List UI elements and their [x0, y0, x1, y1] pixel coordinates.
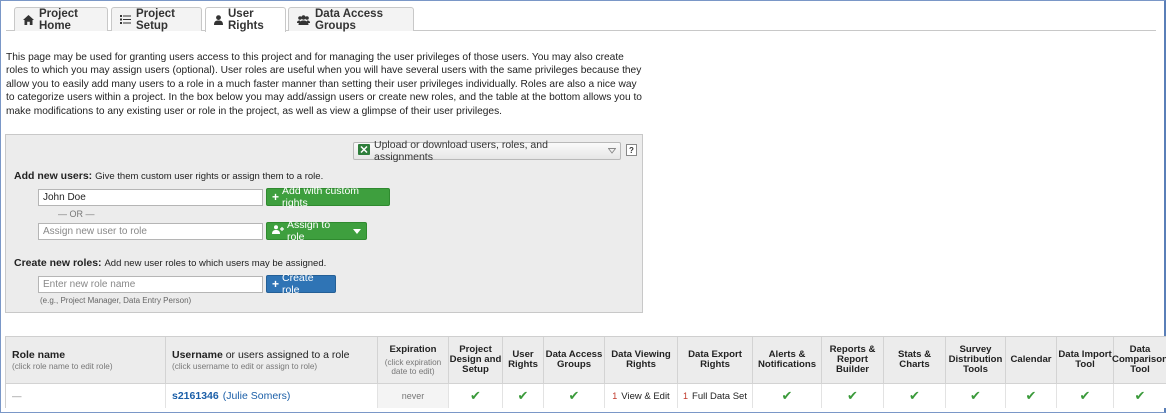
col-header: Reports & Report Builder: [822, 337, 884, 383]
tab-label: Project Setup: [136, 7, 175, 32]
col-header: Data Import Tool: [1057, 337, 1114, 383]
add-users-panel: Upload or download users, roles, and ass…: [5, 134, 643, 313]
user-icon: [214, 15, 223, 25]
col-header: Survey Distribution Tools: [946, 337, 1006, 383]
reports-cell: ✔: [822, 384, 884, 408]
tab-bar: Project Home Project Setup User Rights D…: [0, 0, 1160, 32]
import-cell: ✔: [1057, 384, 1114, 408]
expiration-header-hint: (click expiration date to edit): [384, 357, 442, 376]
col-header: Data Access Groups: [544, 337, 605, 383]
col-header: Data Export Rights: [678, 337, 753, 383]
checkmark-icon: ✔: [517, 388, 529, 403]
username-header-label: Username: [172, 349, 223, 361]
viewing-value: View & Edit: [621, 390, 670, 402]
checkmark-icon: ✔: [568, 388, 580, 403]
tab-label: User Rights: [228, 8, 264, 32]
username-header: Username or users assigned to a role (cl…: [166, 337, 378, 383]
checkmark-icon: ✔: [1079, 388, 1091, 403]
survey-cell: ✔: [946, 384, 1006, 408]
user-fullname-link[interactable]: (Julie Somers): [223, 390, 291, 402]
upload-download-button[interactable]: Upload or download users, roles, and ass…: [353, 139, 621, 163]
checkmark-icon: ✔: [1025, 388, 1037, 403]
tab-project-home[interactable]: Project Home: [14, 7, 108, 32]
chevron-down-icon: [607, 145, 617, 157]
checkmark-icon: ✔: [470, 388, 481, 403]
list-icon: [120, 15, 131, 24]
username-header-text: Username or users assigned to a role: [172, 349, 349, 362]
role-name-header: Role name (click role name to edit role): [6, 337, 166, 383]
excel-icon: [358, 144, 370, 158]
user-rights-table: Role name (click role name to edit role)…: [5, 336, 1166, 408]
tab-project-setup[interactable]: Project Setup: [111, 7, 202, 32]
col-header: Stats & Charts: [884, 337, 946, 383]
data-export-cell: 1 Full Data Set: [678, 384, 753, 408]
table-row: — s2161346 (Julie Somers) never ✔ ✔ ✔ 1 …: [6, 383, 1166, 408]
assign-button-label: Assign to role: [287, 219, 331, 243]
assign-to-role-button[interactable]: Assign to role: [266, 219, 367, 243]
tab-label: Data Access Groups: [315, 7, 383, 32]
tab-data-access-groups[interactable]: Data Access Groups: [288, 7, 414, 32]
project-design-cell: ✔: [449, 384, 503, 408]
username-input[interactable]: John Doe: [38, 189, 263, 206]
viewing-count: 1: [612, 391, 618, 401]
table-header-row: Role name (click role name to edit role)…: [6, 337, 1166, 383]
create-roles-title: Create new roles:: [14, 257, 102, 269]
caret-down-icon: [353, 225, 361, 237]
role-header-label: Role name: [12, 349, 66, 361]
checkmark-icon: ✔: [781, 388, 793, 403]
intro-paragraph: This page may be used for granting users…: [6, 52, 642, 117]
expiration-header-label: Expiration: [389, 343, 437, 355]
create-role-label: Create role: [282, 272, 314, 296]
home-icon: [23, 14, 34, 25]
col-header: Data Viewing Rights: [605, 337, 678, 383]
col-header: Data Comparison Tool: [1112, 337, 1166, 383]
expiration-cell[interactable]: never: [378, 384, 449, 408]
col-header: User Rights: [503, 337, 544, 383]
expiration-header: Expiration (click expiration date to edi…: [378, 337, 449, 383]
add-with-custom-rights-button[interactable]: + Add with custom rights: [266, 185, 390, 209]
export-count: 1: [683, 391, 689, 401]
checkmark-icon: ✔: [909, 388, 920, 403]
tab-user-rights[interactable]: User Rights: [205, 7, 286, 32]
calendar-cell: ✔: [1006, 384, 1057, 408]
plus-icon: +: [272, 190, 280, 204]
alerts-cell: ✔: [753, 384, 822, 408]
user-rights-cell: ✔: [503, 384, 544, 408]
help-button[interactable]: ?: [626, 144, 637, 156]
checkmark-icon: ✔: [1134, 388, 1146, 403]
or-separator: — OR —: [58, 209, 95, 219]
checkmark-icon: ✔: [847, 388, 858, 403]
add-custom-label: Add with custom rights: [282, 185, 360, 209]
add-users-title: Add new users:: [14, 170, 93, 182]
upload-download-label: Upload or download users, roles, and ass…: [374, 139, 548, 163]
username-header-hint: (click username to edit or assign to rol…: [172, 362, 318, 371]
add-users-heading: Add new users: Give them custom user rig…: [14, 170, 323, 182]
user-plus-icon: [272, 225, 284, 237]
data-access-groups-cell: ✔: [544, 384, 605, 408]
col-header: Alerts & Notifications: [753, 337, 822, 383]
role-cell: —: [6, 384, 166, 408]
new-role-input[interactable]: Enter new role name: [38, 276, 263, 293]
plus-icon: +: [272, 277, 280, 291]
assign-role-input[interactable]: Assign new user to role: [38, 223, 263, 240]
username-link[interactable]: s2161346: [172, 390, 219, 402]
comparison-cell: ✔: [1114, 384, 1166, 408]
stats-cell: ✔: [884, 384, 946, 408]
col-header: Calendar: [1006, 337, 1057, 383]
role-example-hint: (e.g., Project Manager, Data Entry Perso…: [40, 296, 192, 305]
username-cell[interactable]: s2161346 (Julie Somers): [166, 384, 378, 408]
export-value: Full Data Set: [692, 390, 747, 402]
data-viewing-cell: 1 View & Edit: [605, 384, 678, 408]
tab-label: Project Home: [39, 7, 78, 32]
users-icon: [297, 14, 310, 25]
create-roles-heading: Create new roles: Add new user roles to …: [14, 257, 326, 269]
role-header-hint: (click role name to edit role): [12, 362, 113, 371]
checkmark-icon: ✔: [970, 388, 981, 403]
add-users-description: Give them custom user rights or assign t…: [95, 171, 324, 182]
create-roles-description: Add new user roles to which users may be…: [104, 258, 327, 269]
create-role-button[interactable]: + Create role: [266, 272, 336, 296]
username-header-rest: or users assigned to a role: [222, 349, 350, 361]
col-header: Project Design and Setup: [449, 337, 503, 383]
